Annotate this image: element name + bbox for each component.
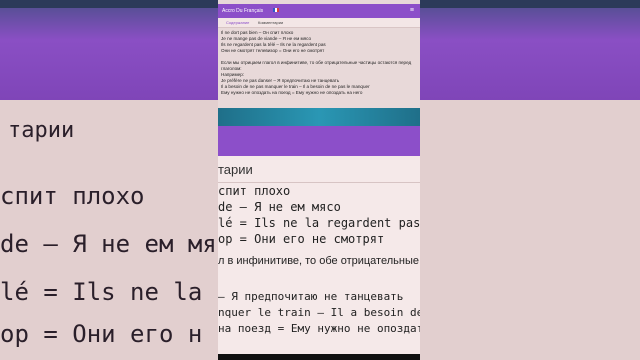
background-line: op = Они его н [0,320,203,348]
zoom-line: на поезд = Ему нужно не опоздать на него [218,322,420,335]
teal-banner [218,108,420,126]
phone-screen: Accro Du Français ≡ Содержание Комментар… [218,0,420,360]
content-line: Если мы отрицаем глагол в инфинитиве, то… [221,60,412,71]
zoom-line: спит плохо [218,184,291,198]
zoom-divider [218,182,420,183]
tab-bar: Содержание Комментарии [218,18,420,28]
lesson-content: Il ne dort pas bien – Он спит плохо Je n… [221,30,417,96]
zoom-line: de – Я не ем мясо [218,200,341,214]
background-line: de – Я не ем мясо [0,230,246,258]
purple-banner [218,126,420,156]
tab-contents[interactable]: Содержание [226,20,249,25]
background-line: lé = Ils ne la re [0,278,246,306]
zoom-line: op = Они его не смотрят [218,232,385,246]
zoomed-content: тарии спит плохо de – Я не ем мясо lé = … [218,156,420,354]
tab-comments[interactable]: Комментарии [258,20,283,25]
background-line: спит плохо [0,182,145,210]
zoom-line: lé = Ils ne la regardent pas [218,216,420,230]
zoom-title: тарии [218,162,253,177]
french-flag-icon [273,8,279,12]
hamburger-icon[interactable]: ≡ [410,7,414,14]
zoom-line: – Я предпочитаю не танцевать [218,290,404,303]
zoom-line: nquer le train – Il a besoin de ne pas l… [218,306,420,319]
app-title: Accro Du Français [222,8,264,14]
zoom-line: л в инфинитиве, то обе отрицательные ча [218,255,420,267]
phone-bottom-bar [218,354,420,360]
background-line: тарии [8,118,75,143]
content-line: Ему нужно не опоздать на поезд = Ему нуж… [221,90,363,95]
app-header: Accro Du Français ≡ [218,4,420,18]
